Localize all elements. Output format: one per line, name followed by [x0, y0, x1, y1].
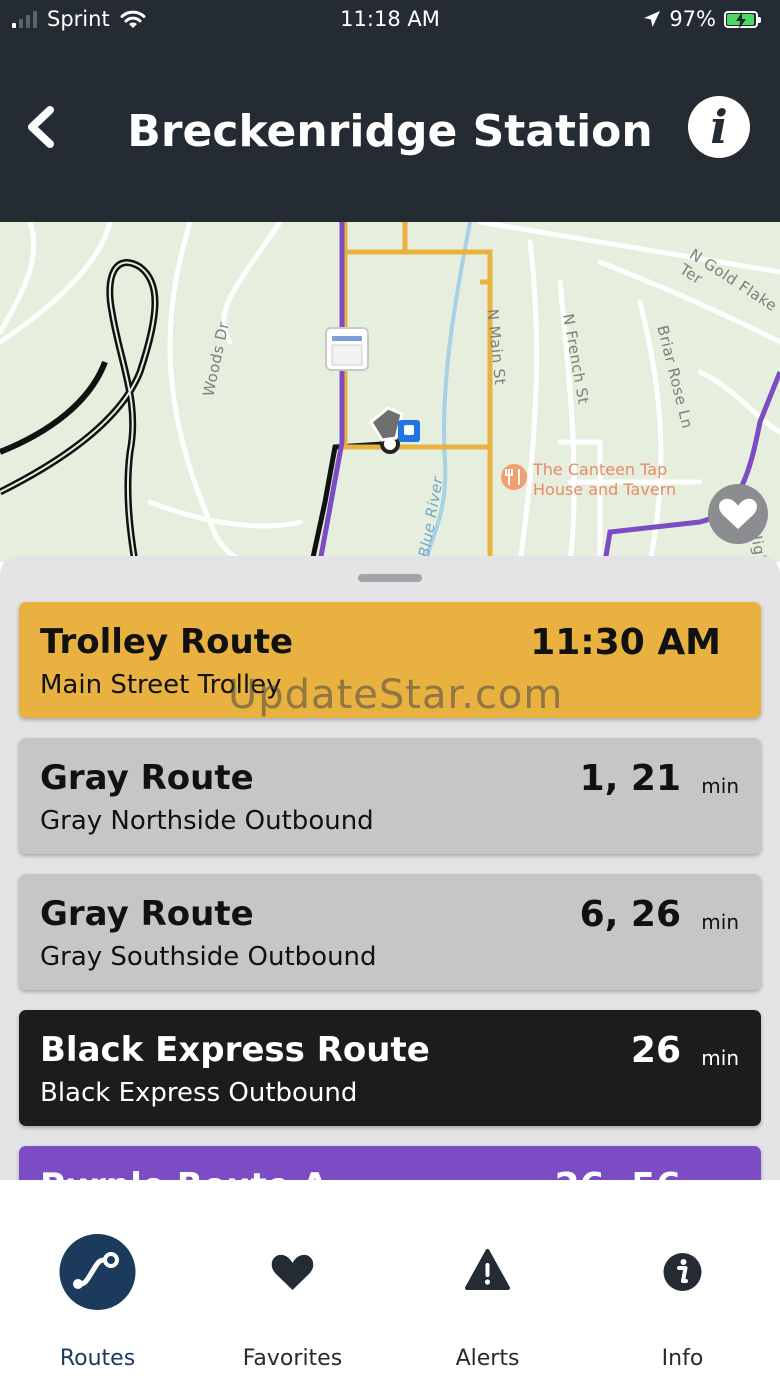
route-destination: Gray Northside Outbound [40, 806, 374, 836]
route-eta-unit: min [701, 1046, 739, 1070]
map-view[interactable]: Woods Dr N Main St N French St Briar Ros… [0, 222, 780, 562]
route-destination: Black Express Outbound [40, 1078, 358, 1108]
status-bar: Sprint 11:18 AM 97% [0, 0, 780, 40]
route-icon [59, 1234, 136, 1310]
route-card-gray-northside[interactable]: Gray Route Gray Northside Outbound 1, 21… [19, 738, 761, 854]
info-icon: i [710, 100, 728, 154]
page-title: Breckenridge Station [127, 106, 653, 157]
tab-favorites[interactable]: Favorites [195, 1180, 390, 1387]
route-eta: 26 [630, 1030, 681, 1071]
tab-label: Routes [59, 1346, 136, 1371]
tab-info[interactable]: Info [585, 1180, 780, 1387]
info-icon [663, 1253, 702, 1291]
tab-alerts[interactable]: Alerts [390, 1180, 585, 1387]
route-eta-unit: min [701, 774, 739, 798]
station-info-button[interactable]: i [688, 96, 750, 158]
route-eta: 1, 21 [579, 758, 681, 799]
map-canvas [0, 222, 780, 562]
sheet-drag-handle[interactable] [358, 574, 422, 582]
routes-sheet: Trolley Route Main Street Trolley 11:30 … [0, 556, 780, 1196]
route-name: Gray Route [40, 894, 254, 934]
location-arrow-icon [644, 11, 661, 27]
route-name: Gray Route [40, 758, 254, 798]
tab-label: Info [661, 1346, 704, 1371]
tab-routes[interactable]: Routes [0, 1180, 195, 1387]
tab-bar: Routes Favorites Alerts Info [0, 1180, 780, 1387]
route-eta-unit: min [701, 910, 739, 934]
route-eta: 6, 26 [579, 894, 681, 935]
heart-icon [271, 1254, 314, 1290]
route-card-gray-southside[interactable]: Gray Route Gray Southside Outbound 6, 26… [19, 874, 761, 990]
route-name: Trolley Route [40, 622, 294, 662]
watermark: UpdateStar.com [228, 672, 564, 718]
heart-icon [719, 498, 757, 529]
route-name: Black Express Route [40, 1030, 430, 1070]
favorite-station-button[interactable] [708, 484, 768, 544]
poi-label: The Canteen Tap House and Tavern [533, 460, 677, 499]
battery-percent: 97% [669, 7, 716, 31]
route-arrival-time: 11:30 AM [530, 622, 721, 663]
route-card-black-express[interactable]: Black Express Route Black Express Outbou… [19, 1010, 761, 1126]
tab-label: Favorites [242, 1346, 343, 1371]
route-destination: Gray Southside Outbound [40, 942, 377, 972]
navigation-header: Breckenridge Station i [0, 40, 780, 222]
tab-label: Alerts [455, 1346, 520, 1371]
battery-icon [724, 10, 761, 29]
warning-icon [465, 1249, 510, 1290]
